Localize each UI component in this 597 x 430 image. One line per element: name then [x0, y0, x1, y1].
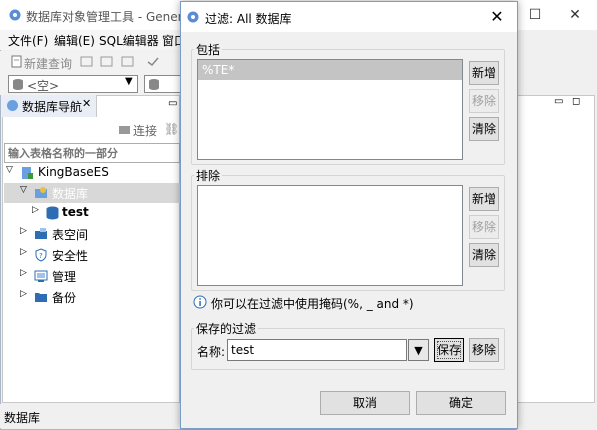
main-window-title: 数据库对象管理工具 - General: [26, 10, 194, 24]
tablespace-icon: [35, 228, 47, 239]
export-icon[interactable]: [80, 55, 94, 68]
schema-combo[interactable]: [144, 75, 180, 93]
exclude-remove-button[interactable]: 移除: [469, 215, 499, 239]
script-icon[interactable]: [121, 55, 135, 68]
minimize-view-icon[interactable]: ▭: [554, 96, 563, 107]
gear-icon: [9, 9, 21, 21]
menu-sql-editor[interactable]: SQL编辑器: [99, 32, 159, 49]
connect-icon: [119, 126, 130, 134]
filter-dialog: 过滤: All 数据库 ✕ 包括 %TE* 新增 移除 清除 排除 新增 移除 …: [180, 1, 518, 429]
close-icon[interactable]: ✕: [477, 2, 517, 32]
include-list[interactable]: %TE*: [197, 59, 463, 160]
exclude-add-button[interactable]: 新增: [469, 187, 499, 211]
mask-hint: 你可以在过滤中使用掩码(%, _ and *): [211, 297, 414, 311]
toolbar: 新建查询: [0, 51, 180, 73]
close-button[interactable]: ✕: [555, 0, 595, 30]
save-filter-button[interactable]: 保存: [434, 338, 464, 362]
connection-combo-value: <空>: [27, 79, 60, 93]
menubar: 文件(F) 编辑(E) SQL编辑器 窗口: [0, 30, 186, 50]
table-filter-input[interactable]: [4, 143, 180, 163]
maximize-view-icon[interactable]: ◻: [572, 96, 580, 107]
connect-button[interactable]: 连接: [133, 122, 157, 139]
menu-edit[interactable]: 编辑(E): [54, 32, 95, 49]
new-query-button[interactable]: 新建查询: [24, 55, 72, 72]
maximize-button[interactable]: ☐: [515, 0, 555, 30]
chevron-down-icon[interactable]: ▽: [6, 165, 13, 175]
saved-filter-label: 保存的过滤: [194, 320, 259, 337]
filter-name-label: 名称:: [197, 345, 226, 359]
exclude-clear-button[interactable]: 清除: [469, 243, 499, 267]
remove-filter-button[interactable]: 移除: [469, 338, 499, 362]
chevron-right-icon[interactable]: ▷: [20, 226, 27, 236]
disconnect-icon[interactable]: ⛓: [164, 122, 179, 136]
minimize-view-icon[interactable]: ▭: [168, 98, 177, 109]
chevron-right-icon[interactable]: ▷: [20, 247, 27, 257]
navigator-icon: [7, 100, 18, 111]
shield-icon: ?: [35, 248, 47, 262]
tree-item-label: 表空间: [52, 228, 89, 242]
commit-icon[interactable]: [146, 55, 160, 68]
close-tab-icon[interactable]: ✕: [82, 97, 91, 110]
tree-item-admin[interactable]: ▷ 管理: [4, 266, 180, 286]
gear-icon: [187, 11, 199, 23]
tree-item-label: test: [62, 205, 89, 219]
right-view-panel: ▭ ◻: [517, 95, 595, 403]
tree-item-kingbasees[interactable]: ▽ KingBaseES: [4, 163, 180, 183]
tab-database-navigator[interactable]: 数据库导航 ✕: [2, 95, 97, 117]
chevron-right-icon[interactable]: ▷: [32, 205, 39, 215]
exclude-list[interactable]: [197, 185, 463, 286]
tree-item-backup[interactable]: ▷ 备份: [4, 287, 180, 307]
server-icon: [22, 167, 33, 179]
tree-item-security[interactable]: ▷ ? 安全性: [4, 245, 180, 265]
status-bar: 数据库: [0, 404, 180, 428]
tree-item-test[interactable]: ▷ test: [4, 203, 180, 223]
import-icon[interactable]: [100, 55, 114, 68]
database-icon: [149, 79, 159, 90]
folder-icon: [35, 293, 47, 302]
database-icon: [46, 206, 59, 220]
list-item[interactable]: %TE*: [198, 60, 462, 80]
include-remove-button[interactable]: 移除: [469, 89, 499, 113]
include-add-button[interactable]: 新增: [469, 61, 499, 85]
cancel-button[interactable]: 取消: [320, 391, 410, 415]
tree-item-label: 安全性: [52, 249, 89, 263]
connection-combo[interactable]: <空> ▼: [8, 75, 138, 93]
new-query-icon: [11, 55, 22, 68]
include-group-label: 包括: [194, 41, 223, 58]
tree-item-databases[interactable]: ▽ 数据库: [4, 183, 180, 203]
database-icon: [13, 79, 23, 90]
database-folder-icon: [35, 187, 47, 198]
tree-item-tablespaces[interactable]: ▷ 表空间: [4, 224, 180, 244]
include-clear-button[interactable]: 清除: [469, 117, 499, 141]
exclude-group-label: 排除: [194, 167, 223, 184]
chevron-right-icon[interactable]: ▷: [20, 289, 27, 299]
tab-label: 数据库导航: [22, 100, 83, 114]
info-icon: [193, 295, 207, 309]
status-text: 数据库: [4, 411, 41, 425]
filter-name-field[interactable]: [227, 339, 407, 361]
toolbar-connection: <空> ▼: [0, 73, 180, 95]
admin-icon: [34, 270, 48, 282]
tree-item-label: 备份: [52, 291, 77, 305]
svg-text:?: ?: [39, 252, 43, 260]
chevron-down-icon[interactable]: ▽: [20, 185, 27, 195]
chevron-down-icon[interactable]: ▼: [408, 339, 429, 361]
menu-file[interactable]: 文件(F): [8, 32, 48, 49]
tree-item-label: KingBaseES: [38, 165, 109, 179]
ok-button[interactable]: 确定: [416, 391, 506, 415]
tree-item-label: 管理: [52, 270, 77, 284]
dialog-title: 过滤: All 数据库: [205, 12, 292, 26]
tree-item-label: 数据库: [52, 187, 89, 201]
chevron-right-icon[interactable]: ▷: [20, 268, 27, 278]
chevron-down-icon: ▼: [125, 76, 133, 87]
